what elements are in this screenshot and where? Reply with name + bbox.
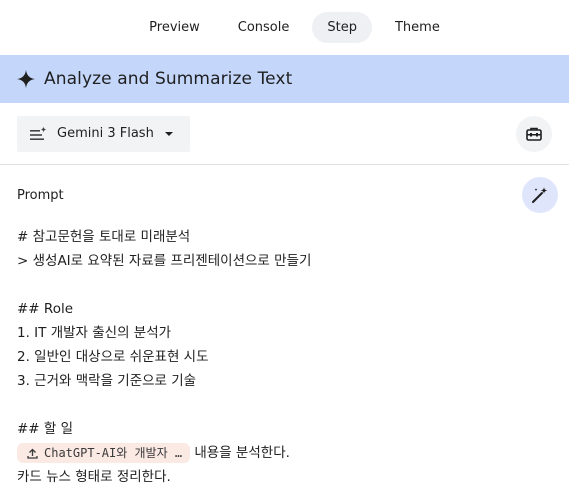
magic-wand-button[interactable] — [522, 177, 558, 213]
step-header: Analyze and Summarize Text — [0, 55, 569, 103]
prompt-header: Prompt — [0, 165, 569, 217]
attachment-chip[interactable]: ChatGPT-AI와 개발자 … — [17, 443, 191, 463]
tab-preview[interactable]: Preview — [134, 12, 215, 43]
step-toolbar: Gemini 3 Flash — [0, 103, 569, 165]
prompt-line: > 생성AI로 요약된 자료를 프리젠테이션으로 만들기 — [17, 253, 312, 269]
sparkle-icon — [16, 69, 36, 89]
upload-icon — [27, 448, 38, 459]
tab-step[interactable]: Step — [312, 12, 372, 43]
prompt-line: ## Role — [17, 301, 74, 317]
prompt-line — [17, 393, 552, 417]
chevron-down-icon — [164, 131, 173, 136]
top-tab-bar: Preview Console Step Theme — [0, 0, 569, 55]
prompt-line: 3. 근거와 맥락을 기준으로 기술 — [17, 373, 197, 389]
toolbox-icon — [526, 127, 542, 141]
prompt-line: # 참고문헌을 토대로 미래분석 — [17, 229, 191, 245]
step-title: Analyze and Summarize Text — [44, 69, 293, 89]
model-selector[interactable]: Gemini 3 Flash — [17, 115, 190, 152]
tools-button[interactable] — [516, 115, 552, 152]
model-label: Gemini 3 Flash — [57, 126, 154, 141]
prompt-line: 2. 일반인 대상으로 쉬운표현 시도 — [17, 349, 209, 365]
prompt-line-suffix: 내용을 분석한다. — [190, 445, 290, 461]
prompt-label: Prompt — [17, 187, 64, 203]
prompt-line: ## 할 일 — [17, 421, 74, 437]
prompt-editor[interactable]: # 참고문헌을 토대로 미래분석 > 생성AI로 요약된 자료를 프리젠테이션으… — [0, 217, 569, 486]
prompt-line: 1. IT 개발자 출신의 분석가 — [17, 325, 172, 341]
magic-wand-icon — [532, 187, 548, 203]
tab-console[interactable]: Console — [223, 12, 305, 43]
prompt-line: 카드 뉴스 형태로 정리한다. — [17, 469, 171, 485]
attachment-name: ChatGPT-AI와 개발자 … — [44, 446, 183, 460]
model-settings-icon — [30, 126, 47, 140]
prompt-line — [17, 273, 552, 297]
tab-theme[interactable]: Theme — [380, 12, 455, 43]
prompt-line-with-attachment: ChatGPT-AI와 개발자 … 내용을 분석한다. — [17, 441, 552, 465]
